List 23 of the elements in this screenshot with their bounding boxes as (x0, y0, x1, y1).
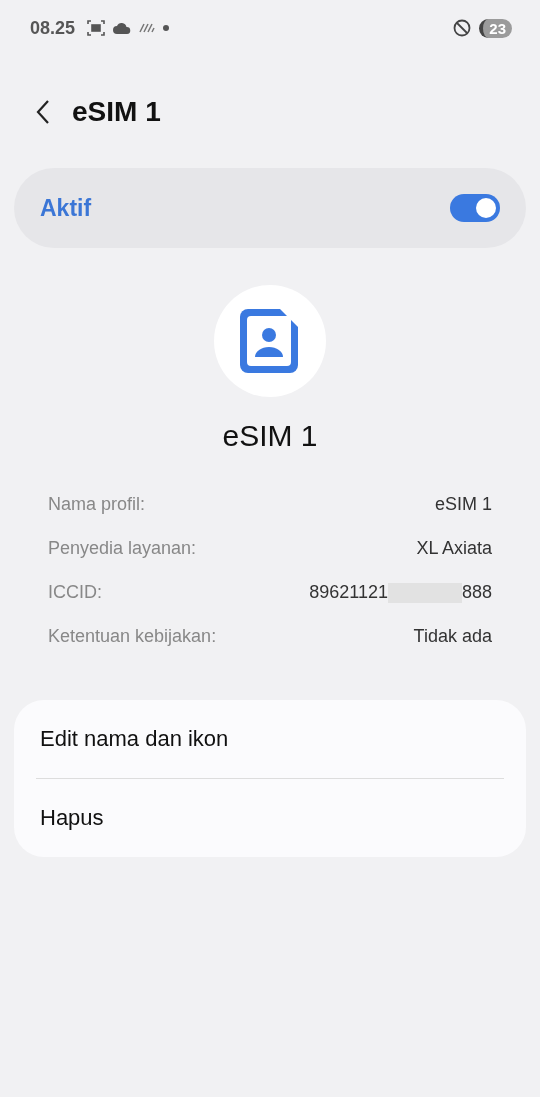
clock: 08.25 (30, 17, 76, 39)
detail-value: Tidak ada (413, 626, 492, 647)
detail-label: Nama profil: (48, 494, 146, 515)
detail-value: eSIM 1 (434, 494, 492, 515)
detail-label: Penyedia layanan: (48, 538, 197, 559)
back-button[interactable] (36, 99, 50, 125)
dot-icon (163, 25, 170, 31)
action-item[interactable]: Edit nama dan ikon (36, 700, 504, 778)
detail-label: ICCID: (48, 582, 102, 603)
page-title: eSIM 1 (72, 96, 161, 128)
detail-value: XL Axiata (416, 538, 492, 559)
detail-value: 888 (461, 582, 492, 603)
detail-value: 89621121 (309, 582, 388, 603)
cloud-icon (113, 22, 132, 34)
screenshot-icon (87, 19, 106, 37)
battery-indicator: 23 (479, 18, 512, 38)
toggle-switch[interactable] (450, 194, 500, 222)
action-item[interactable]: Hapus (36, 779, 504, 857)
profile-name: eSIM 1 (222, 419, 318, 453)
toggle-label: Aktif (40, 194, 92, 222)
detail-label: Ketentuan kebijakan: (48, 626, 217, 647)
do-not-disturb-icon (453, 19, 472, 37)
signal-stripes-icon (139, 23, 156, 33)
